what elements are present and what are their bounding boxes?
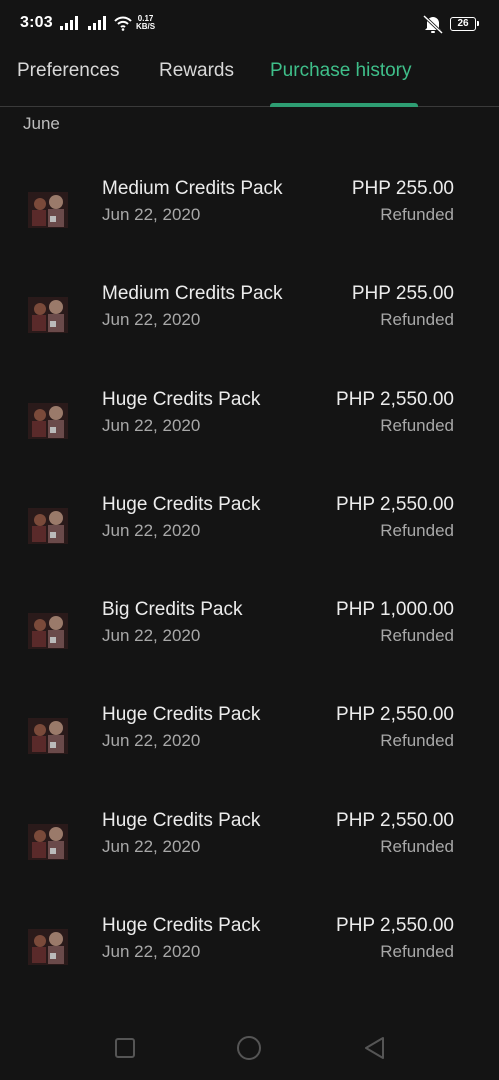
- purchase-date: Jun 22, 2020: [102, 520, 201, 540]
- game-thumbnail: [28, 297, 68, 334]
- tab-rewards[interactable]: Rewards: [159, 60, 234, 82]
- purchase-status: Refunded: [380, 415, 454, 435]
- purchase-row[interactable]: Medium Credits Pack Jun 22, 2020 PHP 255…: [0, 255, 499, 360]
- month-section-header: June: [23, 114, 60, 133]
- purchase-title: Huge Credits Pack: [102, 915, 261, 937]
- purchase-price: PHP 2,550.00: [336, 704, 454, 726]
- purchase-date: Jun 22, 2020: [102, 626, 201, 646]
- game-thumbnail: [28, 929, 68, 966]
- purchase-status: Refunded: [380, 205, 454, 224]
- purchase-title: Medium Credits Pack: [102, 283, 283, 305]
- game-thumbnail: [28, 402, 68, 439]
- purchase-row[interactable]: Huge Credits Pack Jun 22, 2020 PHP 2,550…: [0, 782, 499, 887]
- purchase-date: Jun 22, 2020: [102, 415, 201, 435]
- purchase-date: Jun 22, 2020: [102, 205, 201, 224]
- purchase-price: PHP 255.00: [351, 283, 454, 305]
- active-tab-indicator: [270, 103, 418, 107]
- status-bar: 3:03 0.17 KB/S 26: [0, 0, 499, 50]
- purchase-title: Huge Credits Pack: [102, 704, 261, 726]
- game-thumbnail: [28, 613, 68, 650]
- purchase-status: Refunded: [380, 310, 454, 330]
- tab-bar: Preferences Rewards Purchase history: [0, 50, 499, 107]
- system-nav-bar: [0, 1020, 499, 1080]
- purchase-date: Jun 22, 2020: [102, 310, 201, 330]
- purchase-list: Medium Credits Pack Jun 22, 2020 PHP 255…: [0, 150, 499, 992]
- game-thumbnail: [28, 823, 68, 860]
- tab-purchase-history[interactable]: Purchase history: [270, 60, 412, 82]
- purchase-row[interactable]: Huge Credits Pack Jun 22, 2020 PHP 2,550…: [0, 361, 499, 466]
- purchase-row[interactable]: Huge Credits Pack Jun 22, 2020 PHP 2,550…: [0, 676, 499, 781]
- signal-icon: [60, 16, 78, 30]
- game-thumbnail: [28, 718, 68, 755]
- purchase-date: Jun 22, 2020: [102, 731, 201, 751]
- recents-icon[interactable]: [111, 1034, 139, 1062]
- purchase-price: PHP 2,550.00: [336, 915, 454, 937]
- purchase-status: Refunded: [380, 520, 454, 540]
- wifi-icon: [114, 16, 132, 31]
- purchase-title: Huge Credits Pack: [102, 388, 261, 410]
- game-thumbnail: [28, 507, 68, 544]
- tab-preferences[interactable]: Preferences: [17, 60, 119, 82]
- purchase-title: Big Credits Pack: [102, 599, 243, 621]
- purchase-price: PHP 2,550.00: [336, 493, 454, 515]
- game-thumbnail: [28, 192, 68, 228]
- purchase-status: Refunded: [380, 836, 454, 856]
- purchase-row[interactable]: Medium Credits Pack Jun 22, 2020 PHP 255…: [0, 150, 499, 255]
- purchase-status: Refunded: [380, 942, 454, 962]
- purchase-title: Medium Credits Pack: [102, 178, 283, 199]
- battery-icon: 26: [450, 17, 479, 31]
- status-time: 3:03: [20, 14, 53, 31]
- network-speed-unit: KB/S: [136, 22, 156, 31]
- purchase-price: PHP 2,550.00: [336, 388, 454, 410]
- purchase-title: Huge Credits Pack: [102, 809, 261, 831]
- mute-icon: [422, 14, 444, 34]
- back-icon[interactable]: [361, 1034, 389, 1062]
- purchase-price: PHP 255.00: [351, 178, 454, 199]
- purchase-price: PHP 2,550.00: [336, 809, 454, 831]
- home-icon[interactable]: [235, 1034, 263, 1062]
- purchase-row[interactable]: Big Credits Pack Jun 22, 2020 PHP 1,000.…: [0, 571, 499, 676]
- purchase-date: Jun 22, 2020: [102, 942, 201, 962]
- purchase-row[interactable]: Huge Credits Pack Jun 22, 2020 PHP 2,550…: [0, 887, 499, 992]
- purchase-title: Huge Credits Pack: [102, 493, 261, 515]
- signal-icon: [88, 16, 106, 30]
- purchase-date: Jun 22, 2020: [102, 836, 201, 856]
- purchase-price: PHP 1,000.00: [336, 599, 454, 621]
- purchase-status: Refunded: [380, 731, 454, 751]
- purchase-status: Refunded: [380, 626, 454, 646]
- purchase-row[interactable]: Huge Credits Pack Jun 22, 2020 PHP 2,550…: [0, 466, 499, 571]
- network-speed: 0.17 KB/S: [136, 15, 155, 31]
